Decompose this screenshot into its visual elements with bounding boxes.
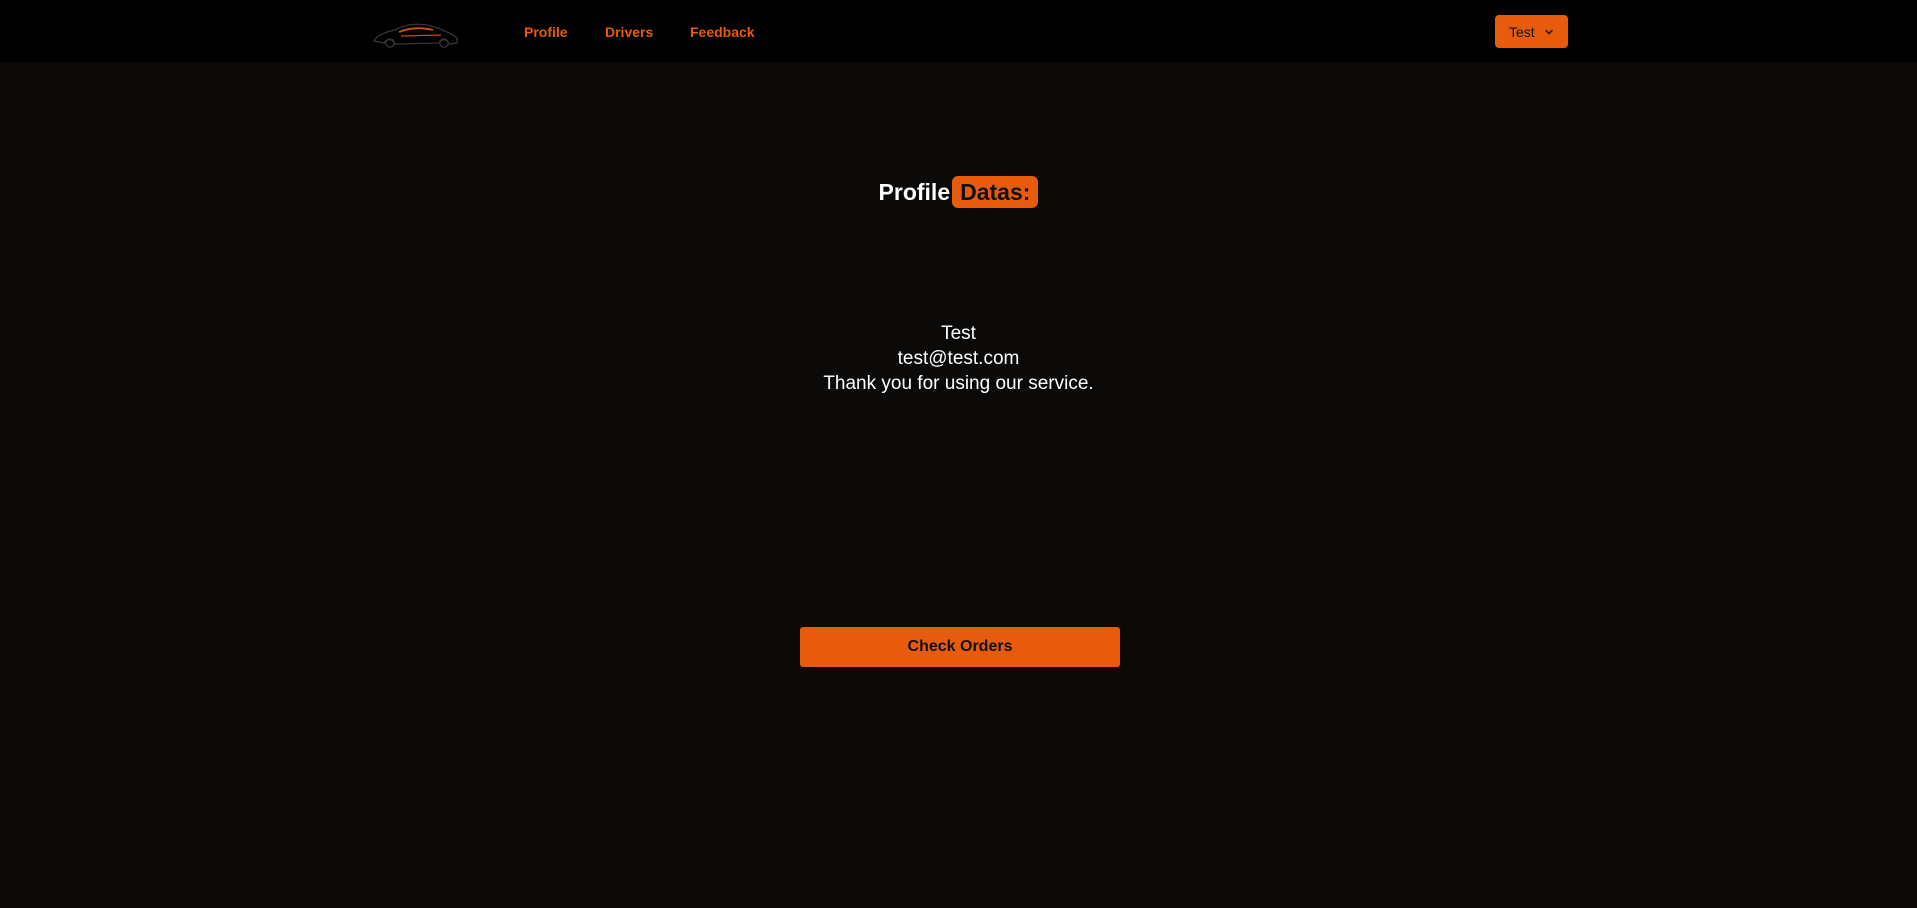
sports-car-logo-icon[interactable] — [371, 17, 459, 49]
nav-link-profile[interactable]: Profile — [524, 24, 568, 40]
profile-email: test@test.com — [897, 348, 1020, 369]
navbar: Profile Drivers Feedback Test — [0, 0, 1917, 62]
user-menu-label: Test — [1509, 23, 1535, 40]
profile-name: Test — [941, 323, 976, 344]
nav-link-drivers[interactable]: Drivers — [605, 24, 653, 40]
user-menu-button[interactable]: Test — [1495, 15, 1568, 48]
page-title-highlight: Datas: — [952, 176, 1039, 208]
check-orders-button[interactable]: Check Orders — [800, 627, 1120, 667]
page-title-prefix: Profile — [878, 179, 951, 205]
nav-link-feedback[interactable]: Feedback — [690, 24, 755, 40]
chevron-down-icon — [1544, 29, 1553, 34]
profile-info: Test test@test.com Thank you for using o… — [0, 321, 1917, 396]
page-title: Profile Datas: — [0, 176, 1917, 208]
profile-message: Thank you for using our service. — [823, 373, 1094, 394]
